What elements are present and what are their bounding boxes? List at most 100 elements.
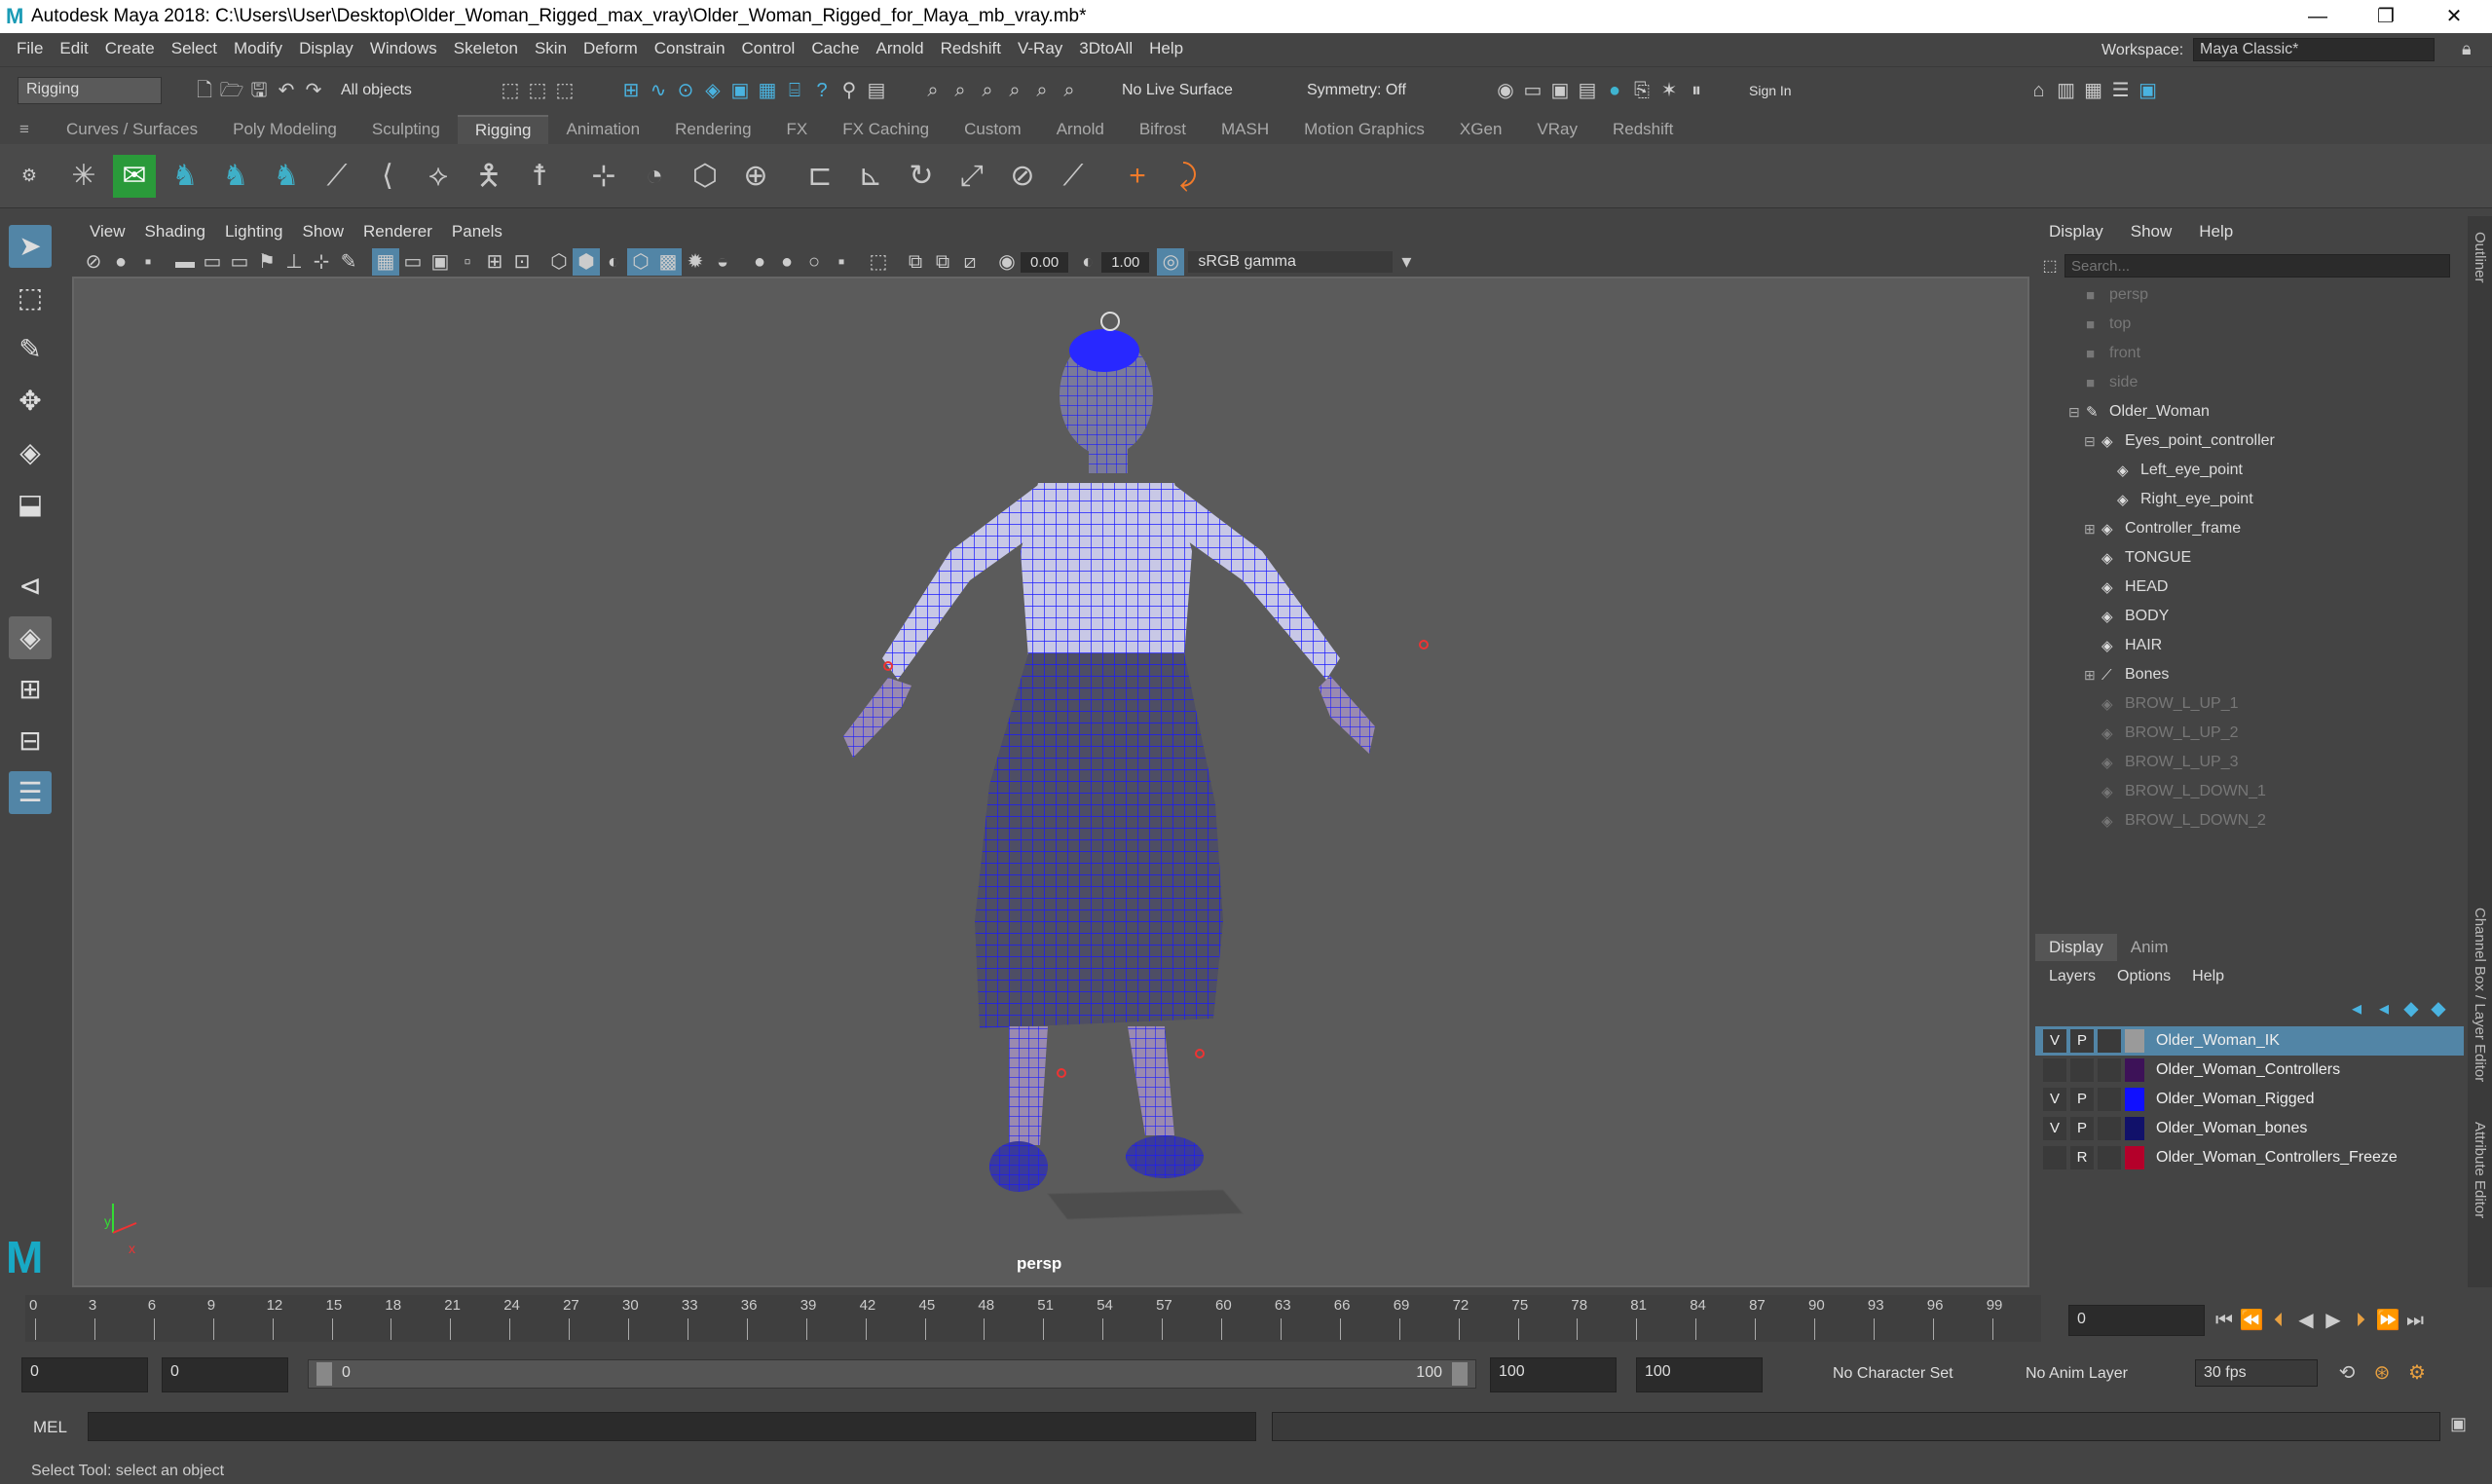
gamma-icon[interactable]: ◐ [1074,248,1101,276]
outliner-item[interactable]: ◈ TONGUE [2035,543,2464,573]
lasso-tool-icon[interactable]: ⬚ [9,277,52,319]
menu-file[interactable]: File [17,39,43,58]
ik-handle-icon[interactable]: ⟨ [366,155,409,198]
play-backwards-icon[interactable]: ◀ [2292,1307,2320,1334]
two-view-layout-icon[interactable]: ⊟ [9,720,52,762]
move-layer-up-icon[interactable]: ◂ [2343,995,2370,1022]
xray-icon[interactable]: ⧉ [902,248,929,276]
input-ops-icon[interactable]: ▤ [863,77,890,104]
vp-menu-renderer[interactable]: Renderer [363,222,432,241]
layer-row[interactable]: V P Older_Woman_bones [2035,1114,2464,1143]
open-scene-icon[interactable]: 🗁︎ [218,77,245,104]
new-layer-selected-icon[interactable]: ◆ [2425,995,2452,1022]
outliner-item[interactable]: ■ persp [2035,280,2464,310]
select-component-icon[interactable]: ⬚ [551,77,578,104]
outliner-item[interactable]: ⊟ ✎ Older_Woman [2035,397,2464,427]
time-slider[interactable]: 0 3 6 9 12 15 18 21 24 27 30 33 36 39 42 45 48 51 54 57 60 63… [25,1295,2041,1342]
layer-type-toggle[interactable] [2098,1058,2121,1082]
snap-point-icon[interactable]: ⊙ [672,77,699,104]
shelf-tab-animation[interactable]: Animation [548,116,657,143]
menu-windows[interactable]: Windows [370,39,437,58]
scale-constraint-icon[interactable]: ⤢ [950,155,993,198]
ik-spline-icon[interactable]: ⟡ [417,155,460,198]
layer-menu-layers[interactable]: Layers [2049,968,2096,985]
menu-edit[interactable]: Edit [59,39,88,58]
layer-color-swatch[interactable] [2125,1117,2144,1140]
layer-type-toggle[interactable] [2098,1088,2121,1111]
locator-icon[interactable]: ✳ [62,155,105,198]
selection-mask-dropdown[interactable]: All objects [341,82,487,99]
attribute-editor-side-tab[interactable]: Attribute Editor [2472,1122,2488,1218]
motion-blur-icon[interactable]: ● [773,248,800,276]
shelf-tab-poly-modeling[interactable]: Poly Modeling [215,116,354,143]
smooth-shade-icon[interactable]: ⬢ [573,248,600,276]
vp-menu-shading[interactable]: Shading [145,222,205,241]
point-constraint-icon[interactable]: ⊾ [849,155,892,198]
rotate-tool-icon[interactable]: ◈ [9,431,52,474]
render-setup-icon[interactable]: ⎘ [1628,77,1655,104]
shelf-tab-curves[interactable]: Curves / Surfaces [49,116,215,143]
render-view-icon[interactable]: ◉ [1492,77,1519,104]
menu-3dtoall[interactable]: 3DtoAll [1079,39,1133,58]
modeling-toolkit-icon[interactable]: ⌂ [2026,77,2053,104]
snap-projected-icon[interactable]: ◈ [699,77,726,104]
camera-attributes-icon[interactable]: ⊘ [80,248,107,276]
expand-toggle-icon[interactable]: ⊞ [2084,667,2101,684]
anim-preferences-icon[interactable]: ⚙ [2403,1359,2431,1387]
menu-vray[interactable]: V-Ray [1018,39,1062,58]
outliner-menu-display[interactable]: Display [2049,222,2103,241]
lock-icon[interactable]: 🔒︎ [2462,39,2472,59]
hik-character-icon[interactable]: ♞ [164,155,206,198]
shelf-tab-redshift[interactable]: Redshift [1595,116,1691,143]
tweak-icon[interactable]: ⌕ [1001,77,1028,104]
xray-joints-icon[interactable]: ⧉ [929,248,956,276]
layer-visibility-toggle[interactable] [2043,1058,2066,1082]
menu-deform[interactable]: Deform [583,39,638,58]
anim-layer-dropdown[interactable]: No Anim Layer [2026,1365,2128,1383]
playback-start-field[interactable]: 0 [162,1357,288,1392]
exposure-icon[interactable]: ◉ [993,248,1021,276]
outliner-item[interactable]: ■ side [2035,368,2464,397]
layer-visibility-toggle[interactable]: V [2043,1029,2066,1053]
outliner-search-input[interactable] [2064,254,2450,278]
field-chart-icon[interactable]: ⊥ [280,248,308,276]
resolution-gate-icon[interactable]: ▭ [226,248,253,276]
layer-tab-anim[interactable]: Anim [2117,934,2182,961]
layer-type-toggle[interactable] [2098,1146,2121,1169]
layer-playback-toggle[interactable]: P [2070,1029,2094,1053]
save-scene-icon[interactable]: 🖫︎ [245,77,273,104]
field-chart2-icon[interactable]: ⊞ [481,248,508,276]
wireframe-icon[interactable]: ⬡ [545,248,573,276]
expand-toggle-icon[interactable]: ⊟ [2084,433,2101,450]
outliner-item[interactable]: ◈ BROW_L_UP_2 [2035,719,2464,748]
layer-playback-toggle[interactable]: P [2070,1088,2094,1111]
layer-type-toggle[interactable] [2098,1029,2121,1053]
command-input[interactable] [88,1412,1256,1441]
xray-components-icon[interactable]: ⧄ [956,248,984,276]
range-start-handle[interactable] [316,1362,332,1386]
filter-icon[interactable]: ⬚ [2035,256,2064,276]
create-joints-icon[interactable]: ⟋ [316,155,358,198]
light-editor-icon[interactable]: ✶ [1655,77,1683,104]
outliner-item[interactable]: ◈ BODY [2035,602,2464,631]
joint-orient-icon[interactable]: ⤸ [1167,155,1209,198]
go-to-start-icon[interactable]: ⏮ [2211,1307,2238,1334]
layer-color-swatch[interactable] [2125,1058,2144,1082]
outliner-toggle-icon[interactable]: ▣ [2135,77,2162,104]
shelf-menu-icon[interactable]: ≡ [0,120,49,139]
wireframe-on-shaded-icon[interactable]: ⬡ [627,248,654,276]
aim-constraint-icon[interactable]: ⊘ [1001,155,1044,198]
smooth-bind-icon[interactable]: ☨ [518,155,561,198]
menu-select[interactable]: Select [171,39,217,58]
move-tool-icon[interactable]: ✥ [9,380,52,423]
range-end-handle[interactable] [1452,1362,1468,1386]
wrap-icon[interactable]: ⊕ [734,155,777,198]
go-to-end-icon[interactable]: ⏭ [2401,1307,2429,1334]
play-forwards-icon[interactable]: ▶ [2320,1307,2347,1334]
bookmark-icon[interactable]: ● [107,248,134,276]
layer-tab-display[interactable]: Display [2035,934,2117,961]
outliner-item[interactable]: ◈ HEAD [2035,573,2464,602]
step-back-key-icon[interactable]: ⏪ [2238,1307,2265,1334]
outliner-item[interactable]: ◈ BROW_L_DOWN_1 [2035,777,2464,806]
scale-tool-icon[interactable]: ⬓ [9,483,52,526]
